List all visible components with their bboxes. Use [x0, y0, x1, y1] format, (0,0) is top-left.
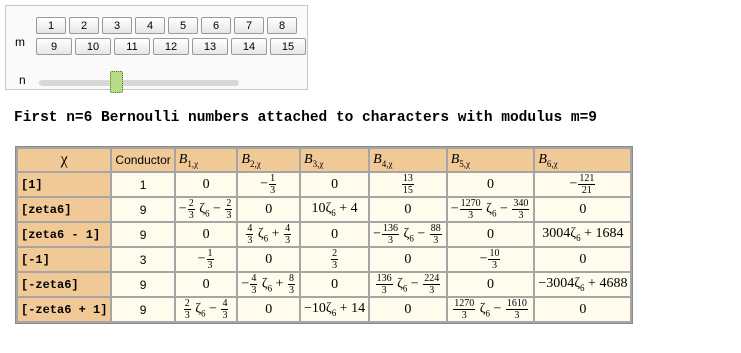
- bernoulli-value-cell: 0: [535, 198, 631, 221]
- bernoulli-value-cell: −10 3: [447, 248, 534, 271]
- bernoulli-value-cell: 0: [370, 198, 446, 221]
- bernoulli-value-cell: 43 ζ6 + 43: [238, 223, 300, 246]
- bernoulli-value-cell: 23 ζ6 − 43: [175, 298, 237, 321]
- m-button-row-1: 12345678: [36, 17, 311, 34]
- bernoulli-value-cell: 0: [370, 248, 446, 271]
- character-cell: [-1]: [18, 248, 111, 271]
- bernoulli-value-cell: 0: [238, 198, 300, 221]
- character-cell: [1]: [18, 173, 111, 196]
- m-button-11[interactable]: 11: [114, 38, 150, 55]
- table-row: [-1] 3−1 3 0 2 3 0−10 3 0: [18, 248, 631, 271]
- bernoulli-value-cell: −121 21: [535, 173, 631, 196]
- page-heading: First n=6 Bernoulli numbers attached to …: [14, 110, 597, 126]
- m-button-15[interactable]: 15: [270, 38, 306, 55]
- m-label: m: [15, 35, 25, 49]
- bernoulli-value-cell: −10ζ6 + 14: [301, 298, 369, 321]
- bernoulli-value-cell: −3004ζ6 + 4688: [535, 273, 631, 296]
- bernoulli-value-cell: 0: [301, 223, 369, 246]
- bernoulli-value-cell: 1270 3 ζ6 − 1610 3: [447, 298, 534, 321]
- m-button-3[interactable]: 3: [102, 17, 132, 34]
- character-cell: [-zeta6]: [18, 273, 111, 296]
- column-header-b4: B4,χ: [370, 149, 446, 171]
- bernoulli-table: χ Conductor B1,χ B2,χ B3,χ B4,χ B5,χ B6,χ [1] 1 0…: [15, 146, 634, 324]
- column-header-b5: B5,χ: [447, 149, 534, 171]
- m-button-4[interactable]: 4: [135, 17, 165, 34]
- m-button-14[interactable]: 14: [231, 38, 267, 55]
- bernoulli-value-cell: −4 3 ζ6 + 83: [238, 273, 300, 296]
- bernoulli-value-cell: 0: [370, 298, 446, 321]
- bernoulli-value-cell: 23: [301, 248, 369, 271]
- conductor-cell: 9: [112, 273, 174, 296]
- m-button-8[interactable]: 8: [267, 17, 297, 34]
- bernoulli-value-cell: −136 3 ζ6 − 88 3: [370, 223, 446, 246]
- conductor-cell: 3: [112, 248, 174, 271]
- table-row: [-zeta6 + 1] 9 2 3 ζ6 − 4 3 0 −10ζ6 + 14 0 1270 3…: [18, 298, 631, 321]
- bernoulli-value-cell: 10ζ6 + 4: [301, 198, 369, 221]
- m-button-7[interactable]: 7: [234, 17, 264, 34]
- column-header-b1: B1,χ: [175, 149, 237, 171]
- table-row: [1] 1 0−1 3 0 13 15 0−121 21: [18, 173, 631, 196]
- n-label: n: [19, 73, 26, 87]
- bernoulli-value-cell: 0: [238, 298, 300, 321]
- m-button-9[interactable]: 9: [36, 38, 72, 55]
- m-button-2[interactable]: 2: [69, 17, 99, 34]
- bernoulli-value-cell: 0: [301, 173, 369, 196]
- bernoulli-value-cell: 0: [301, 273, 369, 296]
- bernoulli-value-cell: 13 15: [370, 173, 446, 196]
- table-row: [-zeta6] 9 0−4 3 ζ6 + 8 3 0 136 3 ζ6 − 224 3 0 −30…: [18, 273, 631, 296]
- conductor-cell: 1: [112, 173, 174, 196]
- table-row: [zeta6 - 1] 9 0 4 3 ζ6 + 4 3 0−136 3 ζ6 − 88 3 0 3…: [18, 223, 631, 246]
- bernoulli-value-cell: 0: [447, 273, 534, 296]
- bernoulli-value-cell: 3004ζ6 + 1684: [535, 223, 631, 246]
- bernoulli-value-cell: 136 3 ζ6 − 224 3: [370, 273, 446, 296]
- m-button-5[interactable]: 5: [168, 17, 198, 34]
- column-header-b6: B6,χ: [535, 149, 631, 171]
- conductor-cell: 9: [112, 298, 174, 321]
- m-button-row-2: 9 10 11 12 13 14 15: [36, 38, 311, 55]
- m-button-12[interactable]: 12: [153, 38, 189, 55]
- column-header-b3: B3,χ: [301, 149, 369, 171]
- conductor-cell: 9: [112, 223, 174, 246]
- m-button-grid: 12345678 9 10 11 12 13 14 15: [36, 17, 311, 59]
- character-cell: [zeta6 - 1]: [18, 223, 111, 246]
- bernoulli-value-cell: 0: [175, 223, 237, 246]
- bernoulli-value-cell: −1 3: [175, 248, 237, 271]
- character-cell: [-zeta6 + 1]: [18, 298, 111, 321]
- bernoulli-value-cell: 0: [447, 173, 534, 196]
- table-row: [zeta6] 9−2 3 ζ6 − 2 3 0 10ζ6 + 4 0−1270 3 ζ6 −…: [18, 198, 631, 221]
- column-header-conductor: Conductor: [112, 149, 174, 171]
- bernoulli-value-cell: 0: [447, 223, 534, 246]
- bernoulli-value-cell: −1 3: [238, 173, 300, 196]
- bernoulli-value-cell: −1270 3 ζ6 − 340 3: [447, 198, 534, 221]
- m-button-6[interactable]: 6: [201, 17, 231, 34]
- bernoulli-value-cell: 0: [175, 173, 237, 196]
- character-cell: [zeta6]: [18, 198, 111, 221]
- bernoulli-value-cell: 0: [175, 273, 237, 296]
- m-button-1[interactable]: 1: [36, 17, 66, 34]
- n-slider-handle[interactable]: [109, 71, 123, 93]
- bernoulli-value-cell: 0: [535, 248, 631, 271]
- bernoulli-value-cell: 0: [238, 248, 300, 271]
- bernoulli-value-cell: −2 3 ζ6 − 23: [175, 198, 237, 221]
- column-header-b2: B2,χ: [238, 149, 300, 171]
- column-header-chi: χ: [18, 149, 111, 171]
- bernoulli-value-cell: 0: [535, 298, 631, 321]
- table-header-row: χ Conductor B1,χ B2,χ B3,χ B4,χ B5,χ B6,χ: [18, 149, 631, 171]
- conductor-cell: 9: [112, 198, 174, 221]
- m-button-10[interactable]: 10: [75, 38, 111, 55]
- interact-controls: m n 12345678 9 10 11 12 13 14 15: [5, 5, 311, 93]
- n-slider[interactable]: [39, 71, 239, 93]
- m-button-13[interactable]: 13: [192, 38, 228, 55]
